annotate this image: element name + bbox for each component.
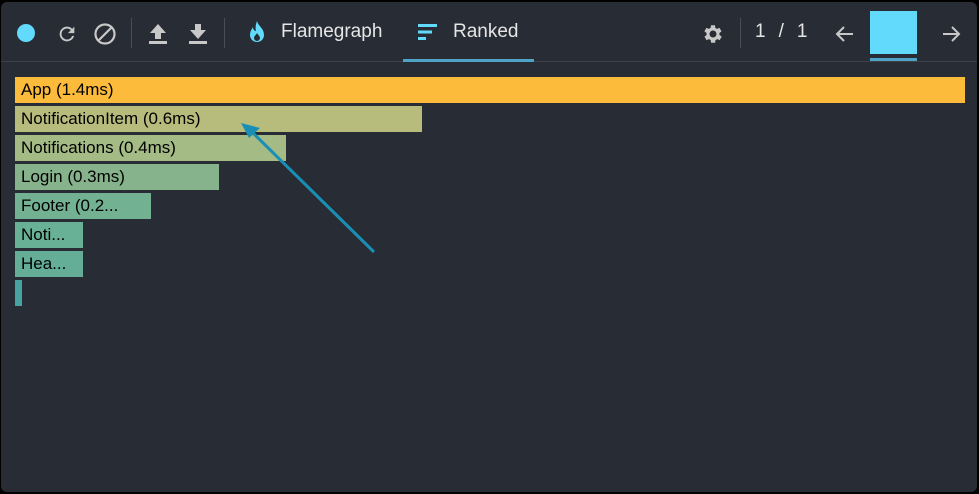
annotation-arrow [241, 123, 376, 254]
toolbar-divider [740, 18, 741, 48]
clear-profiling-data-button[interactable] [92, 21, 118, 47]
clear-icon [94, 23, 116, 45]
ranked-bar[interactable]: Footer (0.2... [15, 193, 151, 219]
ranked-bar[interactable]: NotificationItem (0.6ms) [15, 106, 422, 132]
ranked-bar[interactable]: App (1.4ms) [15, 77, 965, 103]
ranked-bar[interactable]: Noti... [15, 222, 83, 248]
ranked-bar[interactable] [15, 280, 22, 306]
tab-flamegraph[interactable]: Flamegraph [247, 2, 382, 61]
previous-commit-button[interactable] [833, 22, 857, 46]
reload-icon [59, 26, 75, 42]
active-tab-indicator [403, 59, 534, 62]
reload-and-profile-button[interactable] [54, 21, 80, 47]
upload-icon [149, 24, 167, 44]
settings-button[interactable] [700, 21, 726, 47]
commit-selector-bar[interactable] [870, 11, 917, 54]
gear-icon [704, 25, 722, 43]
flame-icon [247, 20, 267, 44]
tab-ranked[interactable]: Ranked [403, 2, 534, 62]
toolbar-divider [131, 18, 132, 48]
tab-ranked-label: Ranked [453, 20, 519, 42]
toolbar-divider [224, 18, 225, 48]
download-icon [189, 24, 207, 44]
arrow-left-icon [835, 26, 853, 42]
tab-flamegraph-label: Flamegraph [281, 20, 383, 42]
profiler-toolbar: Flamegraph Ranked 1 / 1 [1, 2, 977, 62]
next-commit-button[interactable] [939, 22, 963, 46]
arrow-right-icon [943, 26, 961, 42]
load-profile-button[interactable] [145, 21, 171, 47]
ranked-bar[interactable]: Login (0.3ms) [15, 164, 219, 190]
pager-separator: / [778, 20, 785, 42]
save-profile-button[interactable] [185, 21, 211, 47]
profiler-panel: Flamegraph Ranked 1 / 1 App (1.4ms) Noti… [1, 2, 977, 492]
record-icon [17, 24, 35, 42]
ranked-icon [417, 23, 439, 41]
ranked-bar[interactable]: Notifications (0.4ms) [15, 135, 286, 161]
record-button[interactable] [15, 22, 37, 44]
selected-commit-indicator [870, 58, 917, 61]
commit-pager: 1 / 1 [755, 2, 808, 61]
current-commit-number: 1 [755, 20, 767, 42]
ranked-bar[interactable]: Hea... [15, 251, 83, 277]
total-commits-number: 1 [796, 20, 809, 42]
